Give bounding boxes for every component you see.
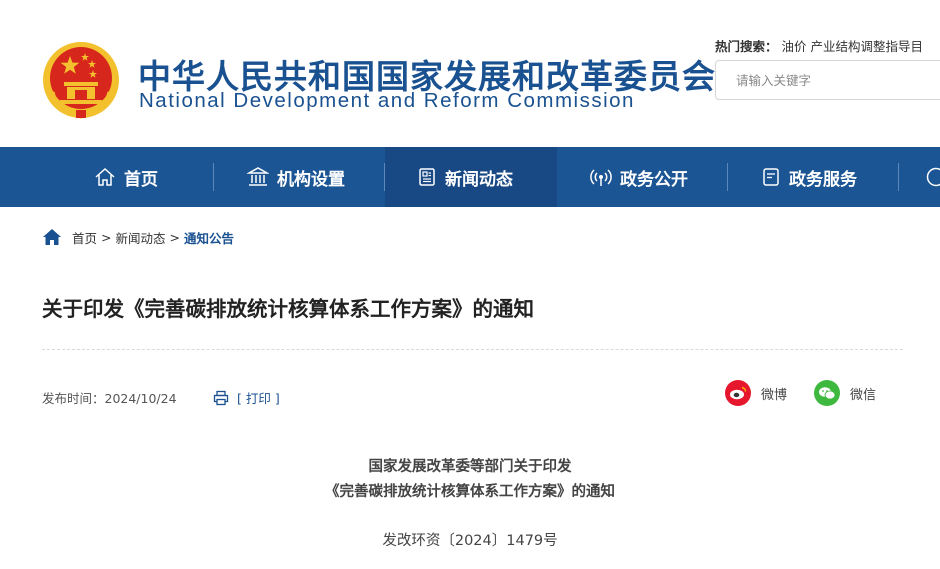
- print-label: [ 打印 ]: [237, 391, 280, 406]
- hot-search: 热门搜索： 油价 产业结构调整指导目: [715, 36, 923, 55]
- share-label: 微信: [850, 387, 877, 403]
- nav-label: 政务服务: [789, 169, 857, 190]
- home-icon[interactable]: [42, 228, 62, 246]
- wechat-icon: [814, 380, 840, 406]
- nav-divider: [727, 163, 728, 191]
- search-input[interactable]: [716, 61, 940, 99]
- weibo-icon: [725, 380, 751, 406]
- breadcrumb-separator: >: [101, 229, 112, 245]
- hot-search-label: 热门搜索：: [715, 39, 778, 54]
- publish-date: 发布时间：2024/10/24: [42, 391, 177, 406]
- breadcrumb-current[interactable]: 通知公告: [184, 228, 234, 247]
- breadcrumb-separator: >: [169, 229, 180, 245]
- building-icon: [247, 167, 269, 186]
- nav-label: 新闻动态: [445, 169, 513, 190]
- breadcrumb: 首页 > 新闻动态 > 通知公告: [42, 228, 234, 246]
- article-title: 关于印发《完善碳排放统计核算体系工作方案》的通知: [42, 297, 534, 321]
- nav-divider: [898, 163, 899, 191]
- share-weibo[interactable]: 微博: [725, 380, 787, 406]
- nav-item-organization[interactable]: 机构设置: [247, 147, 345, 207]
- share-wechat[interactable]: 微信: [814, 380, 876, 406]
- site-title-english[interactable]: National Development and Reform Commissi…: [139, 89, 635, 113]
- nav-label: 首页: [124, 169, 158, 190]
- nav-item-government-affairs[interactable]: 政务公开: [590, 147, 688, 207]
- document-number: 发改环资〔2024〕1479号: [382, 533, 558, 549]
- breadcrumb-link[interactable]: 首页: [72, 228, 97, 247]
- main-nav: 首页 机构设置 新闻动态 政务公开 政务服务: [0, 147, 940, 207]
- print-button[interactable]: [ 打印 ]: [213, 388, 280, 407]
- nav-divider: [213, 163, 214, 191]
- share-label: 微博: [761, 387, 788, 403]
- site-header: 中华人民共和国国家发展和改革委员会 National Development a…: [0, 0, 940, 147]
- circle-icon: [926, 167, 940, 187]
- document-heading-line1: 国家发展改革委等部门关于印发: [368, 459, 572, 475]
- nav-label: 机构设置: [277, 169, 345, 190]
- national-emblem-icon[interactable]: [42, 40, 120, 120]
- nav-label: 政务公开: [620, 169, 688, 190]
- nav-item-more[interactable]: [925, 147, 940, 207]
- search-box: [715, 60, 940, 100]
- news-icon: [419, 168, 435, 186]
- broadcast-icon: [590, 169, 612, 186]
- nav-item-home[interactable]: 首页: [94, 147, 158, 207]
- printer-icon: [213, 390, 229, 405]
- nav-item-government-services[interactable]: 政务服务: [761, 147, 857, 207]
- nav-item-news[interactable]: 新闻动态: [385, 147, 557, 207]
- hot-search-keyword[interactable]: 产业结构调整指导目: [811, 39, 924, 54]
- service-icon: [763, 168, 779, 186]
- title-divider: [42, 349, 903, 350]
- hot-search-keyword[interactable]: 油价: [782, 39, 807, 54]
- document-heading-line2: 《完善碳排放统计核算体系工作方案》的通知: [325, 484, 615, 500]
- breadcrumb-link[interactable]: 新闻动态: [116, 228, 166, 247]
- home-icon: [95, 167, 115, 186]
